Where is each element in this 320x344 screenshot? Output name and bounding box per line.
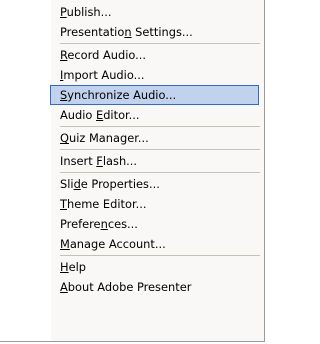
menu-item-label-pre: Audio: [60, 108, 96, 122]
menu-item-label-pre: Insert: [60, 154, 97, 168]
menu-item-mnemonic: M: [60, 237, 70, 251]
menu-item-label-pre: Sli: [60, 177, 74, 191]
menu-item-label-pre: Prefere: [60, 217, 101, 231]
menu-item-label-post: ditor...: [103, 108, 140, 122]
menu-item-label-post: Settings...: [131, 25, 193, 39]
menu-item-insert-flash[interactable]: Insert Flash...: [0, 151, 264, 171]
menu-item-publish[interactable]: Publish...: [0, 2, 264, 22]
menu-item-import-audio[interactable]: Import Audio...: [0, 65, 264, 85]
menu-item-quiz-manager[interactable]: Quiz Manager...: [0, 128, 264, 148]
menu-item-label-post: uiz Manager...: [68, 131, 149, 145]
menu-item-label-post: lash...: [102, 154, 138, 168]
context-menu: Publish... Presentation Settings... Reco…: [0, 0, 265, 342]
menu-item-mnemonic: T: [60, 197, 67, 211]
menu-item-label-post: anage Account...: [69, 237, 166, 251]
menu-item-about-adobe-presenter[interactable]: About Adobe Presenter: [0, 277, 264, 297]
menu-item-slide-properties[interactable]: Slide Properties...: [0, 174, 264, 194]
menu-item-mnemonic: d: [73, 177, 81, 191]
menu-item-manage-account[interactable]: Manage Account...: [0, 234, 264, 254]
menu-item-label-post: ecord Audio...: [67, 48, 147, 62]
menu-item-presentation-settings[interactable]: Presentation Settings...: [0, 22, 264, 42]
menu-item-label-post: ublish...: [66, 5, 112, 19]
menu-item-mnemonic: n: [124, 25, 132, 39]
menu-item-label-post: bout Adobe Presenter: [67, 280, 192, 294]
menu-item-label-post: e Properties...: [80, 177, 160, 191]
menu-item-label-post: elp: [68, 260, 86, 274]
menu-item-mnemonic: A: [60, 280, 68, 294]
menu-item-audio-editor[interactable]: Audio Editor...: [0, 105, 264, 125]
menu-item-mnemonic: H: [60, 260, 69, 274]
menu-item-mnemonic: Q: [60, 131, 69, 145]
menu-item-mnemonic: n: [100, 217, 108, 231]
menu-item-preferences[interactable]: Preferences...: [0, 214, 264, 234]
menu-item-label-post: mport Audio...: [63, 68, 145, 82]
menu-item-theme-editor[interactable]: Theme Editor...: [0, 194, 264, 214]
menu-item-record-audio[interactable]: Record Audio...: [0, 45, 264, 65]
menu-item-label-post: heme Editor...: [66, 197, 147, 211]
menu-item-help[interactable]: Help: [0, 257, 264, 277]
menu-item-label-pre: Presentatio: [60, 25, 125, 39]
menu-item-list: Publish... Presentation Settings... Reco…: [0, 2, 264, 297]
menu-item-label-post: ynchronize Audio...: [67, 88, 177, 102]
menu-item-mnemonic: P: [60, 5, 67, 19]
menu-item-label-post: ces...: [107, 217, 138, 231]
menu-item-synchronize-audio[interactable]: Synchronize Audio...: [50, 85, 259, 105]
